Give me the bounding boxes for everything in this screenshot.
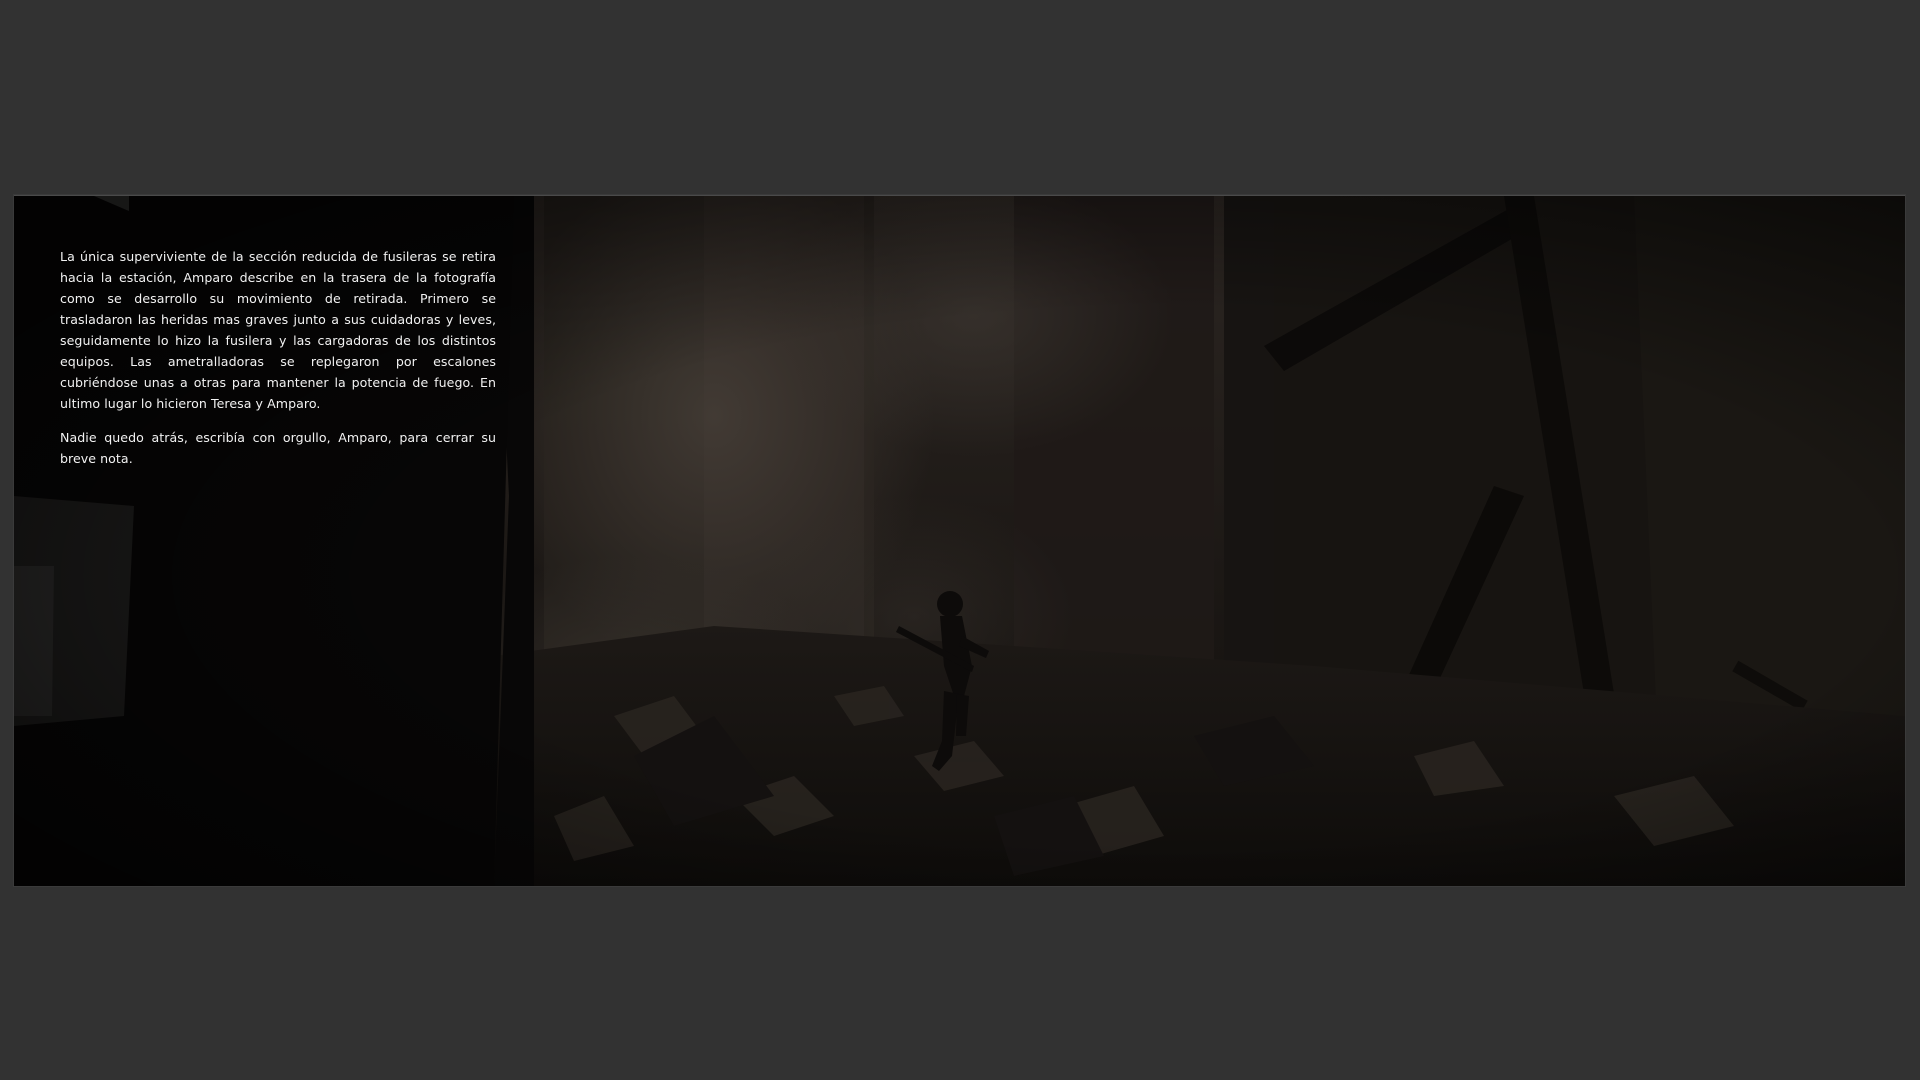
caption-paragraph-1: La única superviviente de la sección red… bbox=[60, 249, 496, 411]
photo-book-spread: La única superviviente de la sección red… bbox=[14, 195, 1905, 886]
caption-paragraph-2: Nadie quedo atrás, escribía con orgullo,… bbox=[60, 430, 496, 466]
caption-text: La única superviviente de la sección red… bbox=[60, 246, 496, 482]
